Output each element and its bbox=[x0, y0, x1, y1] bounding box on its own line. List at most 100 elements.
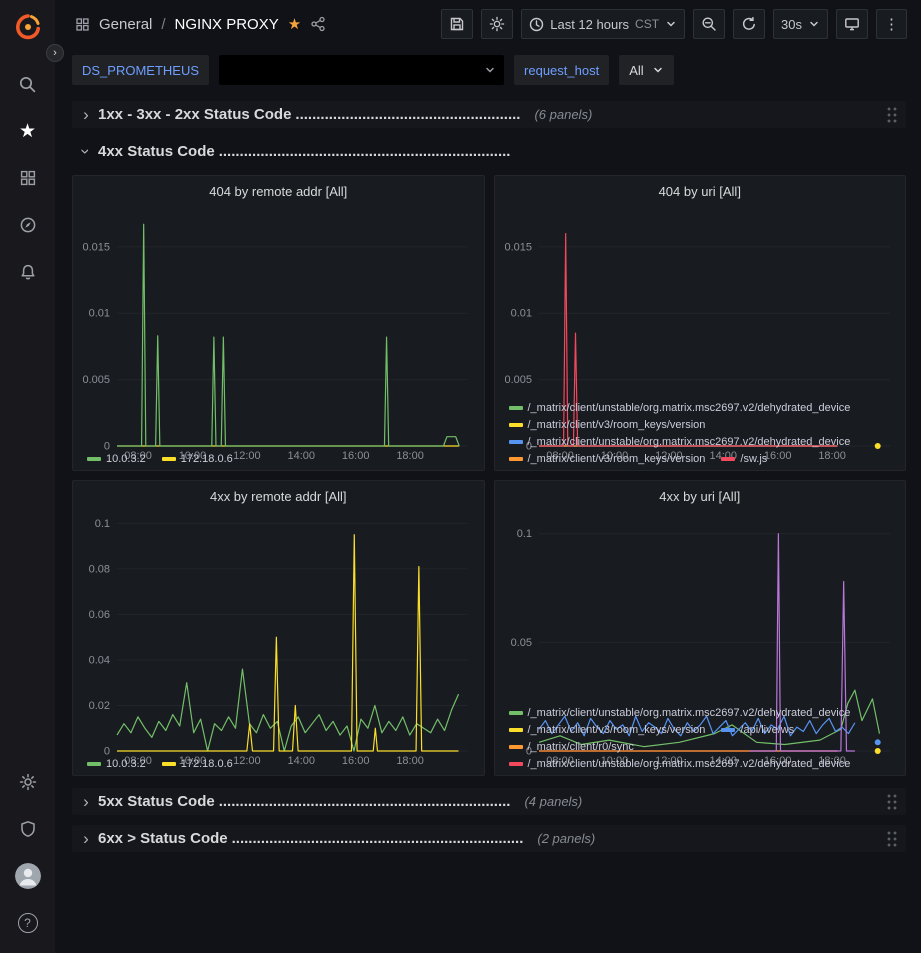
gear-icon bbox=[19, 773, 37, 791]
legend-item[interactable]: 10.0.3.2 bbox=[87, 453, 146, 465]
panel-title[interactable]: 404 by uri [All] bbox=[501, 179, 900, 201]
legend-item[interactable]: /_matrix/client/v3/room_keys/version bbox=[509, 453, 706, 465]
clock-icon bbox=[529, 17, 544, 32]
datasource-variable-label[interactable]: DS_PROMETHEUS bbox=[72, 55, 209, 85]
panel-title[interactable]: 4xx by uri [All] bbox=[501, 484, 900, 506]
compass-icon bbox=[19, 216, 37, 234]
top-navbar: General / NGINX PROXY ★ Last 12 hours bbox=[55, 0, 921, 48]
row-header-4xx[interactable]: › 4xx Status Code ......................… bbox=[72, 138, 906, 165]
time-series-chart[interactable]: 00.020.040.060.080.108:0010:0012:0014:00… bbox=[79, 506, 478, 755]
legend-label: /_matrix/client/v3/room_keys/version bbox=[528, 453, 706, 465]
legend-label: 10.0.3.2 bbox=[106, 758, 146, 770]
request-host-value-dropdown[interactable]: All bbox=[619, 55, 673, 85]
row-title-dots: ........................................… bbox=[219, 793, 511, 810]
svg-text:0.1: 0.1 bbox=[95, 518, 110, 530]
panel-legend: 10.0.3.2 172.18.0.6 bbox=[79, 755, 478, 770]
refresh-button[interactable] bbox=[733, 9, 765, 39]
shield-icon bbox=[19, 820, 37, 838]
chevron-right-icon: › bbox=[78, 830, 94, 847]
time-range-label: Last 12 hours bbox=[550, 17, 629, 32]
starred-icon[interactable]: ★ bbox=[8, 111, 48, 151]
grafana-logo-icon bbox=[13, 12, 43, 42]
toolbar-actions: Last 12 hours CST 30s ⋮ bbox=[441, 9, 907, 39]
magnifier-minus-icon bbox=[701, 16, 717, 32]
chevron-right-icon: › bbox=[78, 106, 94, 123]
panel-4xx-by-uri: 4xx by uri [All] 00.050.108:0010:0012:00… bbox=[494, 480, 907, 776]
legend-label: /_matrix/client/r0/sync bbox=[528, 741, 634, 753]
legend-swatch bbox=[509, 423, 523, 427]
zoom-out-time-button[interactable] bbox=[693, 9, 725, 39]
legend-item[interactable]: /_matrix/client/unstable/org.matrix.msc2… bbox=[509, 707, 851, 719]
help-icon[interactable]: ? bbox=[8, 903, 48, 943]
refresh-interval-dropdown[interactable]: 30s bbox=[773, 9, 828, 39]
datasource-value-dropdown[interactable] bbox=[219, 55, 504, 85]
legend-item[interactable]: 10.0.3.2 bbox=[87, 758, 146, 770]
panel-title[interactable]: 404 by remote addr [All] bbox=[79, 179, 478, 201]
legend-label: /_matrix/client/unstable/org.matrix.msc2… bbox=[528, 436, 851, 448]
explore-compass-icon[interactable] bbox=[8, 205, 48, 245]
legend-item[interactable]: /sw.js bbox=[721, 453, 767, 465]
more-options-button[interactable]: ⋮ bbox=[876, 9, 907, 39]
legend-item[interactable]: /api/live/ws bbox=[721, 724, 794, 736]
dashboard-variables-bar: DS_PROMETHEUS request_host All bbox=[55, 48, 921, 95]
search-icon[interactable] bbox=[8, 64, 48, 104]
time-range-picker[interactable]: Last 12 hours CST bbox=[521, 9, 685, 39]
user-avatar[interactable] bbox=[8, 856, 48, 896]
row-header-1xx-3xx-2xx[interactable]: › 1xx - 3xx - 2xx Status Code ..........… bbox=[72, 101, 906, 128]
share-icon[interactable] bbox=[310, 16, 326, 32]
favorite-star-icon[interactable]: ★ bbox=[288, 17, 301, 32]
breadcrumb-section[interactable]: General bbox=[99, 16, 152, 33]
legend-swatch bbox=[509, 406, 523, 410]
dashboard-title[interactable]: NGINX PROXY bbox=[175, 16, 279, 33]
row-header-5xx[interactable]: › 5xx Status Code ......................… bbox=[72, 788, 906, 815]
alerting-bell-icon[interactable] bbox=[8, 252, 48, 292]
server-admin-shield-icon[interactable] bbox=[8, 809, 48, 849]
legend-label: /_matrix/client/unstable/org.matrix.msc2… bbox=[528, 758, 851, 770]
legend-item[interactable]: /_matrix/client/unstable/org.matrix.msc2… bbox=[509, 402, 851, 414]
svg-text:0.005: 0.005 bbox=[504, 374, 532, 386]
time-series-chart[interactable]: 00.0050.010.01508:0010:0012:0014:0016:00… bbox=[501, 201, 900, 399]
sidebar: ★ ? bbox=[0, 0, 55, 953]
legend-item[interactable]: /_matrix/client/unstable/org.matrix.msc2… bbox=[509, 436, 851, 448]
legend-item[interactable]: /_matrix/client/r0/sync bbox=[509, 741, 634, 753]
dashboard-settings-button[interactable] bbox=[481, 9, 513, 39]
chevron-down-icon bbox=[665, 18, 677, 30]
avatar bbox=[15, 863, 41, 889]
grafana-logo[interactable] bbox=[10, 9, 46, 45]
svg-text:0.05: 0.05 bbox=[510, 637, 531, 649]
request-host-variable-label[interactable]: request_host bbox=[514, 55, 609, 85]
row-drag-handle[interactable] bbox=[885, 105, 898, 124]
svg-text:0.005: 0.005 bbox=[82, 374, 110, 386]
row-panel-count: (2 panels) bbox=[537, 831, 595, 846]
legend-swatch bbox=[87, 762, 101, 766]
row-title: 1xx - 3xx - 2xx Status Code bbox=[98, 106, 291, 123]
legend-item[interactable]: 172.18.0.6 bbox=[162, 758, 233, 770]
svg-text:0.015: 0.015 bbox=[504, 241, 532, 253]
save-dashboard-button[interactable] bbox=[441, 9, 473, 39]
chevron-down-icon bbox=[808, 18, 820, 30]
row-title: 4xx Status Code bbox=[98, 143, 215, 160]
panel-title[interactable]: 4xx by remote addr [All] bbox=[79, 484, 478, 506]
legend-swatch bbox=[509, 762, 523, 766]
legend-swatch bbox=[721, 457, 735, 461]
chevron-down-icon bbox=[484, 64, 496, 76]
panel-legend: /_matrix/client/unstable/org.matrix.msc2… bbox=[501, 399, 900, 465]
legend-item[interactable]: /_matrix/client/v3/room_keys/version bbox=[509, 419, 706, 431]
row-drag-handle[interactable] bbox=[885, 792, 898, 811]
legend-item[interactable]: 172.18.0.6 bbox=[162, 453, 233, 465]
legend-swatch bbox=[87, 457, 101, 461]
time-series-chart[interactable]: 00.050.108:0010:0012:0014:0016:0018:00 bbox=[501, 506, 900, 704]
legend-item[interactable]: /_matrix/client/v3/room_keys/version bbox=[509, 724, 706, 736]
row-title-dots: ........................................… bbox=[295, 106, 520, 123]
legend-label: /_matrix/client/v3/room_keys/version bbox=[528, 419, 706, 431]
svg-text:0.015: 0.015 bbox=[82, 241, 110, 253]
row-header-6xx[interactable]: › 6xx > Status Code ....................… bbox=[72, 825, 906, 852]
configuration-gear-icon[interactable] bbox=[8, 762, 48, 802]
dashboards-icon[interactable] bbox=[8, 158, 48, 198]
question-icon: ? bbox=[18, 913, 38, 933]
row-drag-handle[interactable] bbox=[885, 829, 898, 848]
sidebar-expand-button[interactable]: › bbox=[46, 44, 64, 62]
time-series-chart[interactable]: 00.0050.010.01508:0010:0012:0014:0016:00… bbox=[79, 201, 478, 450]
legend-item[interactable]: /_matrix/client/unstable/org.matrix.msc2… bbox=[509, 758, 851, 770]
cycle-view-mode-button[interactable] bbox=[836, 9, 868, 39]
